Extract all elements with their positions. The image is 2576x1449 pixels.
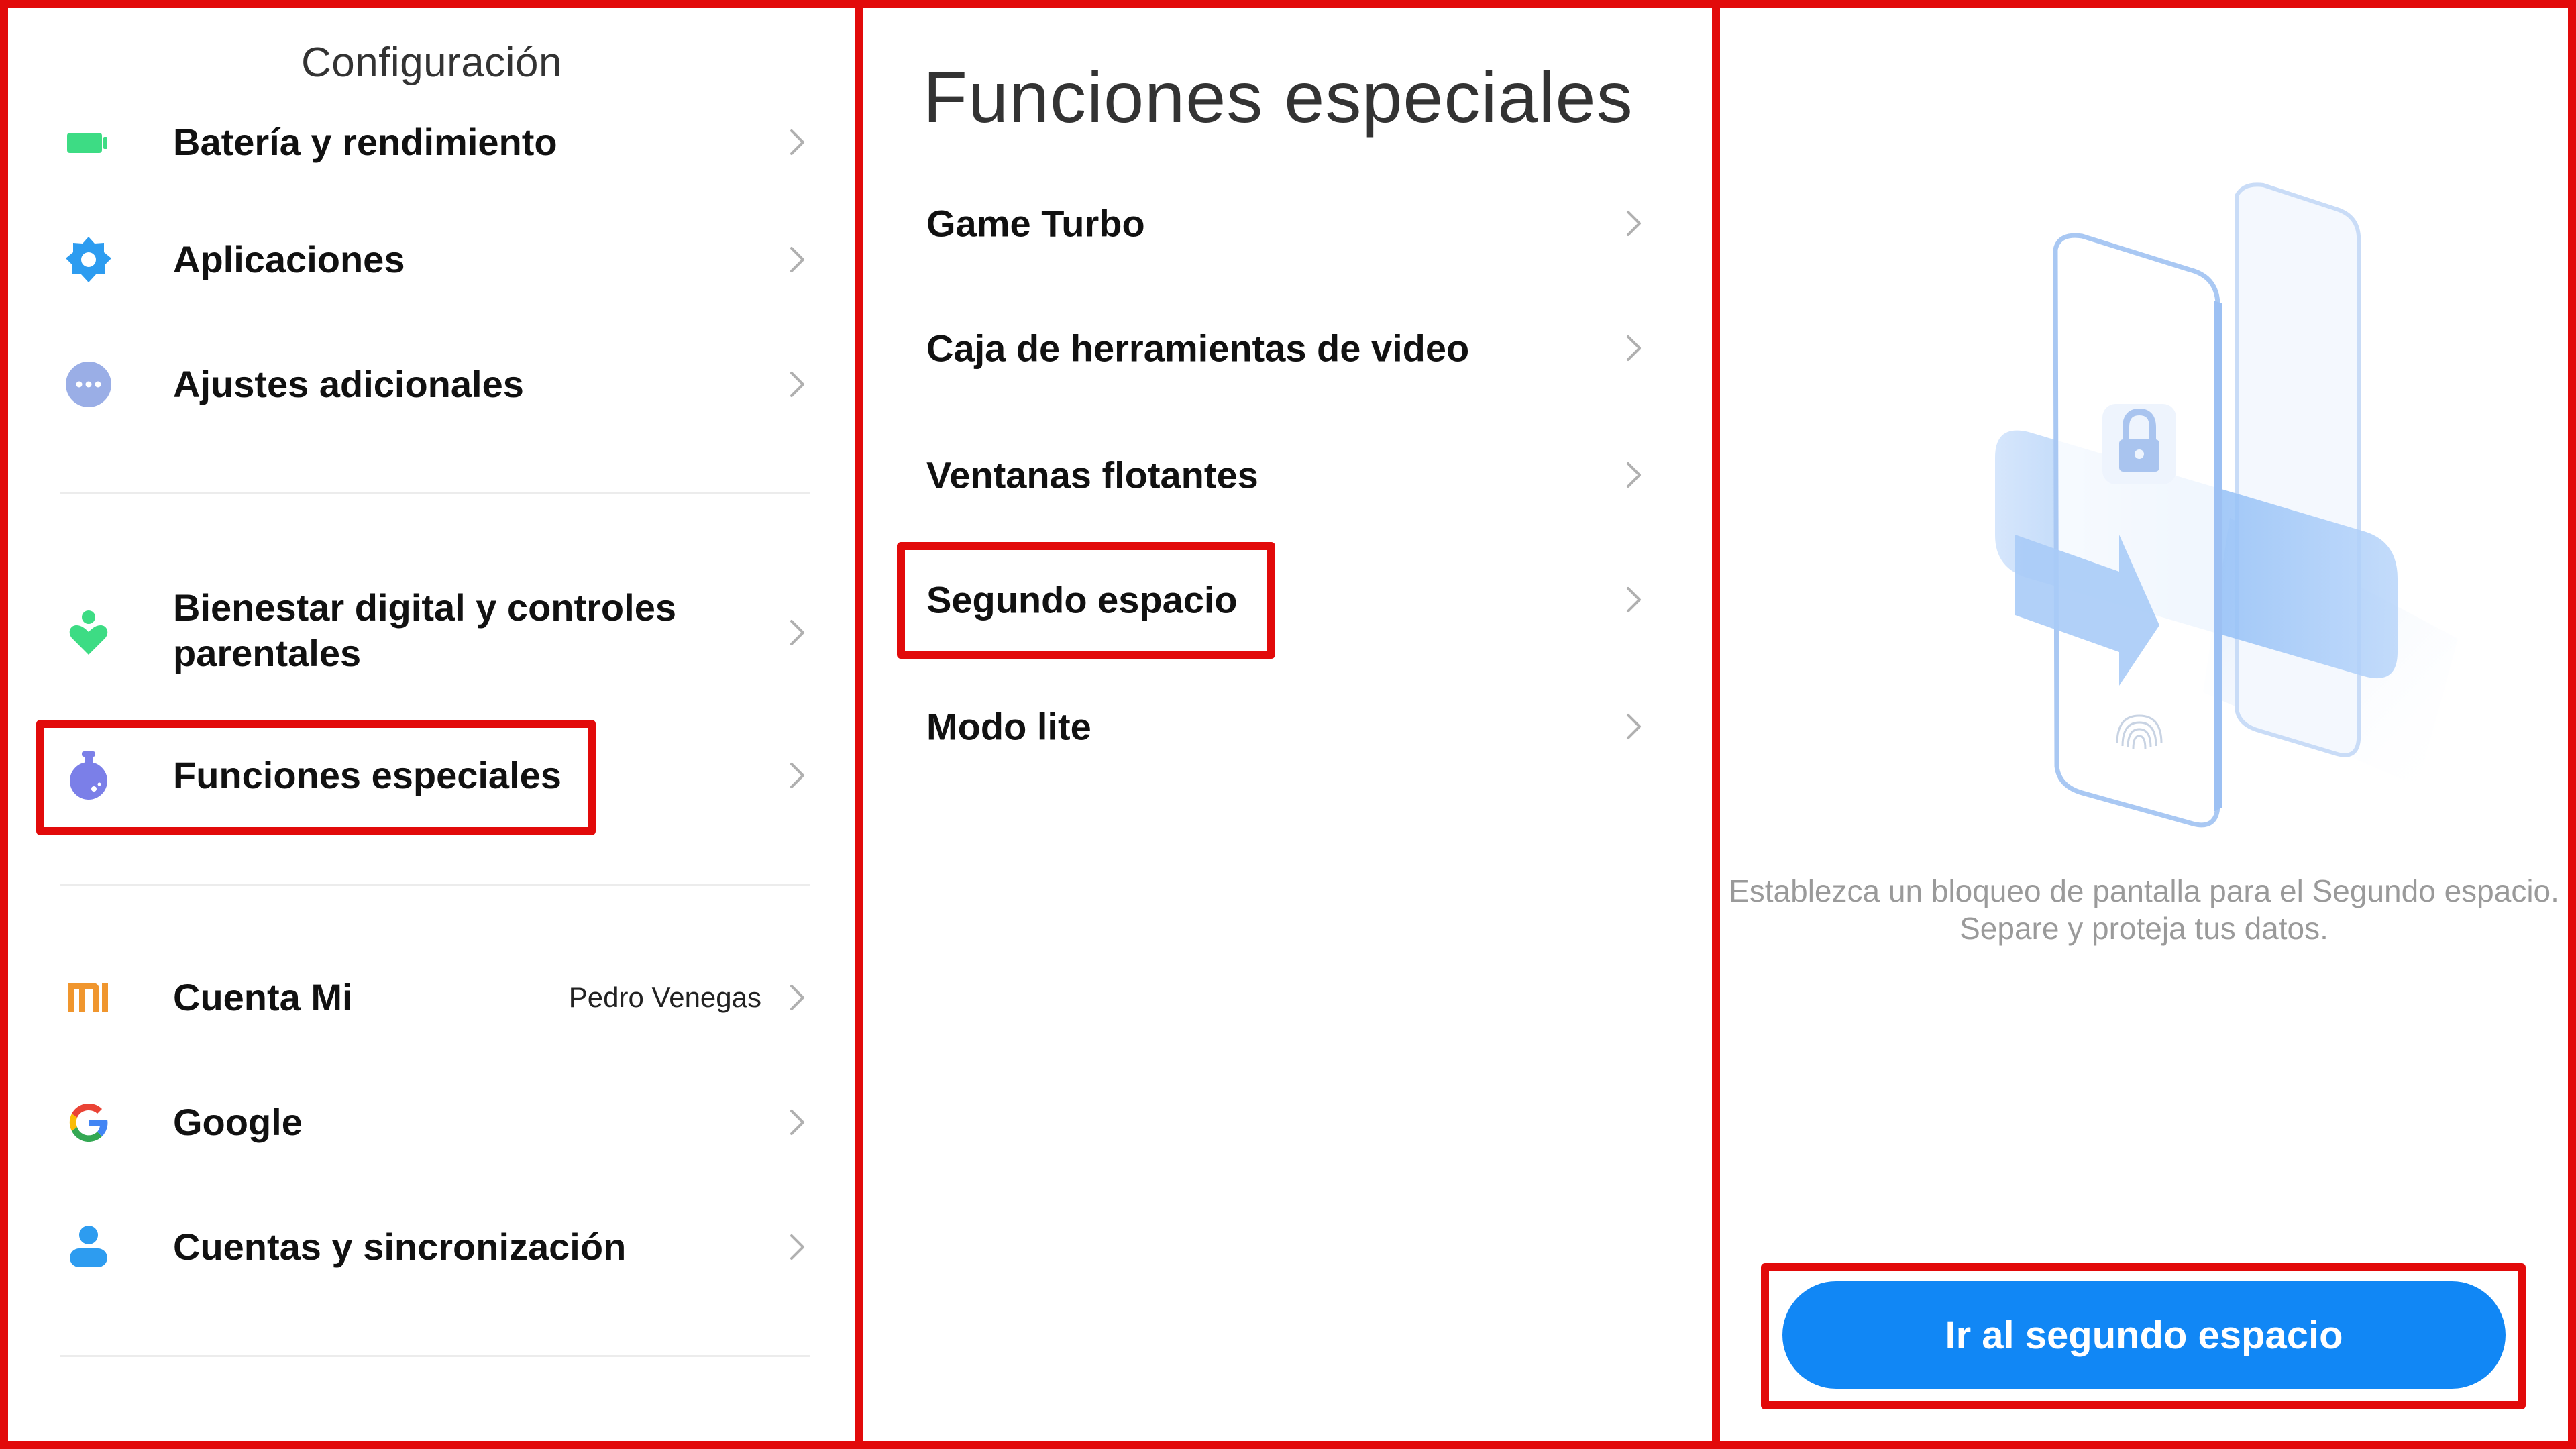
go-to-second-space-button[interactable]: Ir al segundo espacio [1782,1281,2506,1389]
second-space-illustration [1995,182,2458,828]
settings-item-special-features[interactable]: Funciones especiales [8,742,855,809]
settings-item-mi-account[interactable]: Cuenta Mi Pedro Venegas [8,964,855,1031]
flask-icon [70,751,107,800]
special-item-label: Caja de herramientas de video [926,327,1470,370]
special-item-lite-mode[interactable]: Modo lite [863,676,1712,777]
special-item-video-toolbox[interactable]: Caja de herramientas de video [863,298,1712,398]
chevron-right-icon [1627,587,1641,612]
special-item-label: Segundo espacio [926,578,1238,621]
special-item-label: Modo lite [926,705,1091,748]
description-line-2: Separe y proteja tus datos. [1960,911,2328,946]
settings-panel: Configuración Batería y rendimiento Apli… [8,8,855,1441]
settings-item-label-line1: Bienestar digital y controles [173,586,676,629]
settings-item-label: Google [173,1101,303,1143]
settings-title: Configuración [301,40,563,86]
chevron-right-icon [790,372,804,397]
settings-item-label: Ajustes adicionales [173,363,524,405]
special-item-floating-windows[interactable]: Ventanas flotantes [863,425,1712,525]
settings-item-accounts-sync[interactable]: Cuentas y sincronización [8,1214,855,1281]
settings-item-label: Aplicaciones [173,238,405,280]
settings-item-label: Cuentas y sincronización [173,1226,627,1268]
chevron-right-icon [790,1234,804,1260]
settings-item-label: Funciones especiales [173,754,561,796]
section-divider [60,1355,810,1357]
mi-logo-icon [68,983,108,1012]
section-divider [60,492,810,494]
chevron-right-icon [790,620,804,645]
special-item-second-space[interactable]: Segundo espacio [863,549,1712,650]
special-item-label: Game Turbo [926,202,1145,245]
special-features-panel: Funciones especiales Game Turbo Caja de … [863,8,1712,1441]
settings-item-google[interactable]: Google [8,1089,855,1156]
mi-account-username: Pedro Venegas [568,981,761,1013]
special-item-label: Ventanas flotantes [926,453,1258,496]
chevron-right-icon [790,1110,804,1135]
panel-divider [1712,0,1720,1449]
description-line-1: Establezca un bloqueo de pantalla para e… [1729,873,2559,908]
chevron-right-icon [1627,462,1641,488]
chevron-right-icon [790,763,804,788]
chevron-right-icon [790,247,804,272]
special-item-game-turbo[interactable]: Game Turbo [863,173,1712,274]
person-icon [70,1226,107,1267]
settings-item-label: Cuenta Mi [173,976,353,1018]
settings-item-battery[interactable]: Batería y rendimiento [8,109,855,176]
chevron-right-icon [1627,211,1641,236]
second-space-panel: Establezca un bloqueo de pantalla para e… [1720,8,2568,1441]
chevron-right-icon [790,129,804,155]
settings-item-additional[interactable]: Ajustes adicionales [8,351,855,418]
panel-divider [855,0,863,1449]
second-space-description: Establezca un bloqueo de pantalla para e… [1720,872,2568,947]
chevron-right-icon [790,985,804,1010]
chevron-right-icon [1627,714,1641,739]
chevron-right-icon [1627,335,1641,361]
gear-icon [66,237,111,282]
section-divider [60,884,810,886]
settings-item-label: Batería y rendimiento [173,121,557,163]
settings-item-apps[interactable]: Aplicaciones [8,226,855,293]
settings-item-label-line2: parentales [173,632,362,674]
more-dots-icon [66,362,111,407]
special-features-title: Funciones especiales [923,56,1633,138]
battery-icon [67,133,107,153]
google-icon [69,1103,108,1142]
digital-wellbeing-icon [69,610,108,655]
settings-item-digital-wellbeing[interactable]: Bienestar digital y controles parentales [8,576,855,690]
